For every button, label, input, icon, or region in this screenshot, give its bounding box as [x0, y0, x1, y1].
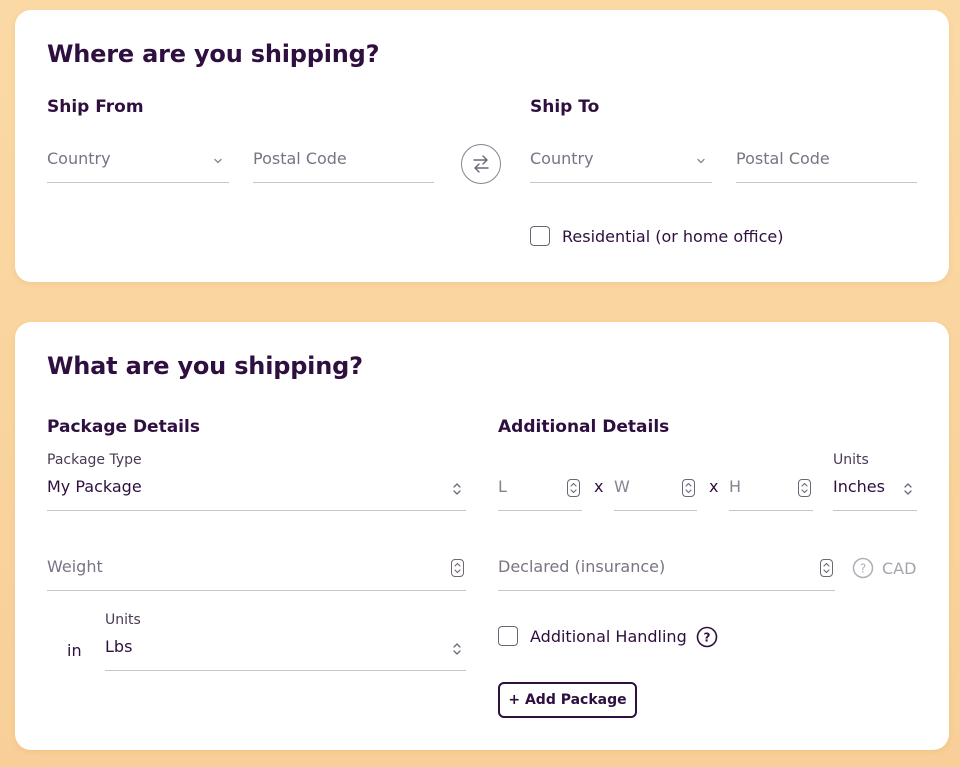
svg-text:?: ?	[704, 631, 711, 645]
stepper-arrows-icon	[685, 482, 692, 494]
add-package-button[interactable]: + Add Package	[498, 682, 637, 718]
help-circle-icon[interactable]: ?	[852, 557, 874, 579]
chevron-up-down-icon	[453, 483, 461, 495]
swap-locations-button[interactable]	[461, 144, 501, 184]
height-stepper[interactable]	[798, 479, 811, 497]
ship-to-country-select[interactable]: Country	[530, 143, 712, 183]
ship-to-country-placeholder: Country	[530, 149, 594, 168]
weight-units-value: Lbs	[105, 637, 133, 656]
chevron-down-icon	[697, 158, 705, 164]
ship-from-postal-input[interactable]: Postal Code	[253, 143, 434, 183]
chevron-down-icon	[214, 158, 222, 164]
ship-from-country-select[interactable]: Country	[47, 143, 229, 183]
residential-checkbox[interactable]	[530, 226, 550, 246]
width-input[interactable]: W	[614, 471, 697, 511]
declared-placeholder: Declared (insurance)	[498, 557, 666, 576]
weight-placeholder: Weight	[47, 557, 103, 576]
times-symbol: x	[594, 477, 604, 496]
what-shipping-card: What are you shipping? Package Details P…	[15, 322, 949, 750]
svg-text:?: ?	[860, 562, 866, 576]
where-shipping-title: Where are you shipping?	[47, 40, 380, 68]
chevron-up-down-icon	[904, 483, 912, 495]
width-stepper[interactable]	[682, 479, 695, 497]
stepper-arrows-icon	[801, 482, 808, 494]
weight-in-label: in	[67, 641, 82, 660]
package-details-heading: Package Details	[47, 417, 200, 437]
stepper-arrows-icon	[570, 482, 577, 494]
height-input[interactable]: H	[729, 471, 813, 511]
additional-details-heading: Additional Details	[498, 417, 670, 437]
weight-units-select[interactable]: Lbs	[105, 631, 466, 671]
length-input[interactable]: L	[498, 471, 582, 511]
package-type-label: Package Type	[47, 452, 142, 468]
chevron-up-down-icon	[453, 643, 461, 655]
swap-arrows-icon	[472, 154, 489, 173]
what-shipping-title: What are you shipping?	[47, 352, 363, 380]
dimension-units-label: Units	[833, 452, 869, 468]
additional-handling-checkbox[interactable]	[498, 626, 518, 646]
residential-label[interactable]: Residential (or home office)	[562, 227, 784, 246]
additional-handling-label[interactable]: Additional Handling	[530, 627, 687, 646]
ship-to-heading: Ship To	[530, 97, 600, 117]
weight-units-label: Units	[105, 612, 141, 628]
package-type-select[interactable]: My Package	[47, 471, 466, 511]
stepper-arrows-icon	[823, 562, 830, 574]
help-circle-icon[interactable]: ?	[696, 626, 718, 648]
ship-from-postal-placeholder: Postal Code	[253, 149, 347, 168]
length-stepper[interactable]	[567, 479, 580, 497]
weight-stepper[interactable]	[451, 559, 464, 577]
declared-value-input[interactable]: Declared (insurance)	[498, 551, 835, 591]
stepper-arrows-icon	[454, 562, 461, 574]
dimension-units-value: Inches	[833, 477, 885, 496]
dimension-units-select[interactable]: Inches	[833, 471, 917, 511]
width-placeholder: W	[614, 477, 630, 496]
where-shipping-card: Where are you shipping? Ship From Countr…	[15, 10, 949, 282]
declared-stepper[interactable]	[820, 559, 833, 577]
package-type-value: My Package	[47, 477, 142, 496]
height-placeholder: H	[729, 477, 742, 496]
length-placeholder: L	[498, 477, 507, 496]
ship-from-heading: Ship From	[47, 97, 144, 117]
ship-to-postal-placeholder: Postal Code	[736, 149, 830, 168]
currency-label: CAD	[882, 559, 917, 578]
times-symbol: x	[709, 477, 719, 496]
ship-from-country-placeholder: Country	[47, 149, 111, 168]
ship-to-postal-input[interactable]: Postal Code	[736, 143, 917, 183]
weight-input[interactable]: Weight	[47, 551, 466, 591]
